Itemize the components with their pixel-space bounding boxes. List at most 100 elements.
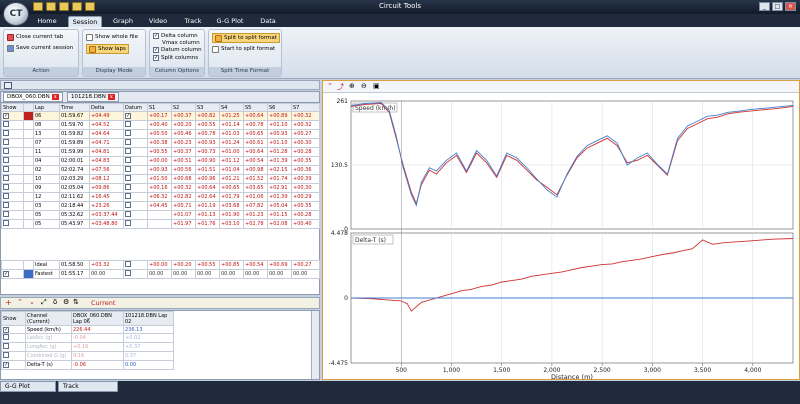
- lap-show-checkbox[interactable]: [3, 157, 9, 163]
- lap-col-header[interactable]: Lap: [33, 102, 60, 113]
- channel-row[interactable]: LatAcc (g) -0.04 +0.02: [1, 333, 174, 344]
- ideal-datum-cell[interactable]: [123, 260, 148, 270]
- ideal-datum-checkbox[interactable]: [125, 261, 131, 267]
- tab-gg-plot[interactable]: G-G Plot: [213, 16, 247, 27]
- lap-col-header[interactable]: S6: [267, 102, 292, 113]
- lap-datum-cell[interactable]: [123, 155, 148, 166]
- tab-track[interactable]: Track: [178, 16, 208, 27]
- lap-row[interactable]: 08 01:59.70 +04.52 +00.40 +00.20 +00.55 +01.14…: [1, 119, 320, 130]
- lap-row[interactable]: 12 02:11.62 +16.45 +06.32 +02.82 +02.64 +01.79…: [1, 191, 320, 202]
- channel-show-cell[interactable]: [1, 342, 26, 353]
- datum-column-checkbox[interactable]: ✓: [153, 47, 159, 53]
- minimize-button[interactable]: _: [759, 2, 770, 11]
- channel-show-cell[interactable]: ✓: [1, 324, 26, 335]
- lap-col-header[interactable]: S1: [147, 102, 172, 113]
- lap-show-cell[interactable]: [1, 128, 24, 139]
- lap-row[interactable]: 09 02:05.04 +09.86 +00.16 +00.32 +00.64 +00.65…: [1, 182, 320, 193]
- lap-row[interactable]: 02 02:02.74 +07.56 +00.93 +00.56 +01.51 +01.04…: [1, 164, 320, 175]
- up-icon[interactable]: ⌃: [17, 298, 23, 306]
- lap-datum-checkbox[interactable]: [125, 166, 131, 172]
- split-columns-checkbox[interactable]: ✓: [153, 55, 159, 61]
- delta-column-checkbox[interactable]: ✓: [153, 33, 159, 39]
- delta-icon[interactable]: δ: [53, 298, 57, 306]
- lap-show-cell[interactable]: [1, 182, 24, 193]
- lap-show-cell[interactable]: [1, 137, 24, 148]
- lap-show-cell[interactable]: [1, 209, 24, 220]
- channel-show-checkbox[interactable]: ✓: [3, 362, 9, 369]
- channel-row[interactable]: ✓ Speed (km/h) 226.44 236.13: [1, 324, 174, 335]
- lap-datum-checkbox[interactable]: [125, 220, 131, 226]
- lap-col-header[interactable]: [23, 102, 34, 113]
- tab-video[interactable]: Video: [143, 16, 173, 27]
- channel-show-cell[interactable]: [1, 351, 26, 362]
- lap-datum-checkbox[interactable]: [125, 130, 131, 136]
- lap-datum-cell[interactable]: [123, 146, 148, 157]
- lap-show-checkbox[interactable]: [3, 193, 9, 199]
- close-file-icon[interactable]: x: [107, 94, 115, 100]
- lap-col-header[interactable]: S7: [291, 102, 320, 113]
- tab-track-bottom[interactable]: Track: [58, 381, 118, 392]
- down-icon[interactable]: ⌄: [29, 298, 35, 306]
- lap-datum-checkbox[interactable]: [125, 175, 131, 181]
- file-tab-101218[interactable]: 101218.DBN x: [67, 92, 119, 102]
- lap-show-cell[interactable]: [1, 119, 24, 130]
- lap-show-checkbox[interactable]: [3, 175, 9, 181]
- lap-datum-cell[interactable]: [123, 164, 148, 175]
- channel-show-checkbox[interactable]: ✓: [3, 326, 9, 333]
- file-tab-dbox060[interactable]: DBOX_060.DBN x: [3, 92, 63, 102]
- lap-row[interactable]: 13 01:59.82 +04.64 +00.50 +00.46 +00.78 +01.03…: [1, 128, 320, 139]
- maximize-button[interactable]: □: [772, 2, 783, 11]
- tab-data[interactable]: Data: [253, 16, 283, 27]
- zoom-fit-icon[interactable]: ▣: [373, 82, 380, 90]
- tab-graph[interactable]: Graph: [108, 16, 138, 27]
- split-columns-toggle[interactable]: ✓ Split columns: [153, 54, 198, 62]
- lap-datum-cell[interactable]: [123, 119, 148, 130]
- channel-show-checkbox[interactable]: [3, 343, 9, 350]
- lap-datum-checkbox[interactable]: [125, 184, 131, 190]
- datum-column-toggle[interactable]: ✓ Datum column: [153, 46, 202, 54]
- avg-icon[interactable]: ⇅: [73, 298, 79, 306]
- channel-show-checkbox[interactable]: [3, 334, 9, 341]
- channel-show-cell[interactable]: [1, 333, 26, 344]
- grid-icon[interactable]: [4, 82, 12, 89]
- lap-datum-cell[interactable]: [123, 128, 148, 139]
- lap-show-cell[interactable]: [1, 200, 24, 211]
- split-to-split-button[interactable]: Split to split format: [212, 33, 280, 43]
- tab-gg-plot-bottom[interactable]: G-G Plot: [0, 381, 56, 392]
- channel-show-checkbox[interactable]: [3, 352, 9, 359]
- lap-show-checkbox[interactable]: [3, 184, 9, 190]
- channel-row[interactable]: Combined G (g) 0.16 0.37: [1, 351, 174, 362]
- chart-svg[interactable]: 261130.50Speed (km/h)4.4780-4.475Delta-T…: [323, 93, 799, 380]
- lap-col-header[interactable]: Show: [1, 102, 24, 113]
- lap-row[interactable]: 04 02:00.01 +04.83 +00.00 +00.51 +00.90 +01.12…: [1, 155, 320, 166]
- lap-col-header[interactable]: Datum: [123, 102, 148, 113]
- fastest-datum-checkbox[interactable]: [125, 270, 131, 276]
- lap-row[interactable]: 11 01:59.99 +04.81 +00.55 +00.37 +00.73 +01.00…: [1, 146, 320, 157]
- lap-datum-checkbox[interactable]: [125, 202, 131, 208]
- fastest-datum-cell[interactable]: [123, 269, 148, 279]
- lap-show-checkbox[interactable]: [3, 220, 9, 226]
- lap-datum-cell[interactable]: [123, 209, 148, 220]
- lap-datum-checkbox[interactable]: [125, 148, 131, 154]
- lap-row[interactable]: ✓ 06 01:59.67 +04.49 ✓ +00.17 +00.37 +00.82 +01.…: [1, 111, 320, 121]
- lap-row[interactable]: 05 05:43.97 +03:48.80 +01.97 +01.76 +03.10 +02…: [1, 218, 320, 229]
- lap-show-checkbox[interactable]: [3, 148, 9, 154]
- lap-show-checkbox[interactable]: ✓: [3, 113, 9, 120]
- lap-datum-cell[interactable]: ✓: [123, 111, 148, 121]
- lap-datum-cell[interactable]: [123, 137, 148, 148]
- measure-icon[interactable]: ⤴: [337, 82, 344, 92]
- lap-show-checkbox[interactable]: [3, 166, 9, 172]
- lap-datum-cell[interactable]: [123, 191, 148, 202]
- show-whole-file-button[interactable]: Show whole file: [86, 33, 138, 41]
- lap-show-cell[interactable]: [1, 173, 24, 184]
- start-to-split-button[interactable]: Start to split format: [212, 45, 275, 53]
- lap-show-cell[interactable]: [1, 164, 24, 175]
- lap-show-cell[interactable]: ✓: [1, 111, 24, 121]
- lap-show-checkbox[interactable]: [3, 202, 9, 208]
- tab-session[interactable]: Session: [68, 16, 102, 27]
- add-channel-icon[interactable]: +: [5, 298, 12, 307]
- lap-datum-cell[interactable]: [123, 218, 148, 229]
- fastest-show-checkbox[interactable]: ✓: [3, 271, 9, 277]
- lap-col-header[interactable]: S3: [195, 102, 220, 113]
- lap-datum-checkbox[interactable]: ✓: [125, 113, 131, 120]
